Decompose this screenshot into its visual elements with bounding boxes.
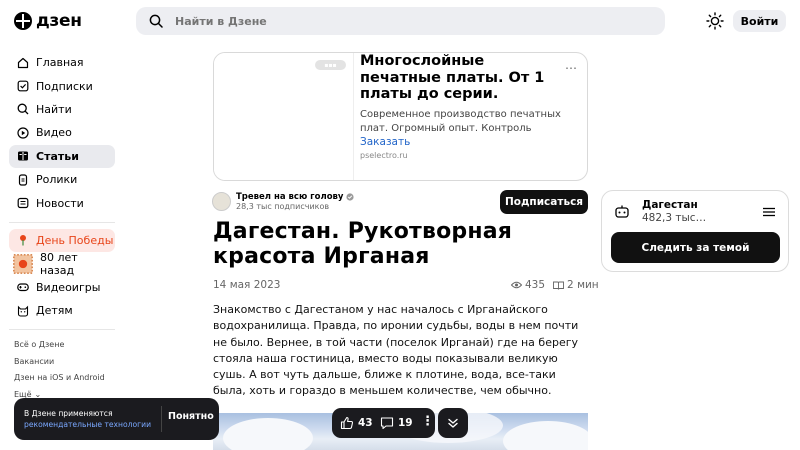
- articles-icon: [18, 151, 28, 161]
- ad-image: ▪▪▪: [214, 53, 354, 180]
- kids-icon: [17, 305, 29, 317]
- logo-text: дзен: [36, 11, 82, 31]
- sidebar-item-label: Ролики: [36, 173, 78, 187]
- search-bar[interactable]: [136, 7, 665, 35]
- subscriptions-icon: [17, 80, 29, 92]
- sidebar-item-kids[interactable]: Детям: [9, 299, 115, 322]
- photo-cloud: [503, 421, 588, 450]
- carnation-icon: [20, 235, 26, 246]
- shorts-icon: [18, 174, 28, 186]
- sidebar-item-videogames[interactable]: Видеоигры: [9, 276, 115, 299]
- toast-link[interactable]: рекомендательные технологии: [24, 420, 151, 429]
- topic-name[interactable]: Дагестан: [642, 199, 698, 211]
- toast-text: В Дзене применяются рекомендательные тех…: [24, 408, 164, 430]
- dzen-logo-icon: [14, 12, 32, 30]
- topic-count: 482,3 тыс…: [642, 212, 707, 224]
- sidebar-item-label: Найти: [36, 102, 72, 116]
- read-time-group: 2 мин: [553, 279, 599, 291]
- more-options-icon[interactable]: ⋯: [565, 61, 577, 75]
- follow-topic-button[interactable]: Следить за темой: [611, 232, 780, 263]
- stamp-icon: [13, 253, 33, 274]
- play-icon: [17, 127, 29, 139]
- sidebar-item-victory-day[interactable]: День Победы: [9, 228, 115, 253]
- search-icon: [17, 104, 29, 115]
- footer-link-about[interactable]: Всё о Дзене: [9, 336, 115, 353]
- recommendation-toast: В Дзене применяются рекомендательные тех…: [14, 398, 219, 440]
- article-meta: 435 2 мин: [511, 279, 599, 291]
- search-icon: [149, 14, 163, 28]
- sidebar-item-news[interactable]: Новости: [9, 191, 115, 214]
- topic-robot-icon: [615, 205, 629, 218]
- article-actions-bar: 43 19 ⋮: [332, 408, 435, 438]
- views-count: 435: [525, 279, 546, 291]
- sidebar-item-search[interactable]: Найти: [9, 98, 115, 121]
- ad-card[interactable]: ▪▪▪ Многослойные печатные платы. От 1 пл…: [213, 52, 588, 181]
- likes-count: 43: [358, 417, 373, 429]
- eye-icon: [511, 281, 522, 289]
- sidebar-divider: [9, 329, 115, 331]
- thumbs-up-icon: [340, 416, 354, 430]
- toast-message: В Дзене применяются: [24, 409, 113, 418]
- search-input[interactable]: [175, 14, 635, 28]
- scroll-down-button[interactable]: [438, 408, 468, 438]
- news-icon: [17, 197, 29, 209]
- ad-title[interactable]: Многослойные печатные платы. От 1 платы …: [360, 53, 560, 103]
- sidebar: Главная Подписки Найти Видео Статьи Роли…: [9, 51, 115, 402]
- views-group: 435: [511, 279, 545, 291]
- sidebar-item-shorts[interactable]: Ролики: [9, 168, 115, 191]
- book-icon: [553, 281, 564, 290]
- subscribe-button[interactable]: Подписаться: [500, 190, 588, 214]
- sidebar-item-label: Видеоигры: [36, 280, 101, 294]
- channel-name-row[interactable]: Тревел на всю голову: [236, 192, 355, 202]
- sidebar-divider: [9, 221, 115, 223]
- footer-link-apps[interactable]: Дзен на iOS и Android: [9, 369, 115, 386]
- sidebar-item-label: Главная: [36, 56, 84, 70]
- verified-icon: [346, 193, 355, 201]
- dzen-logo[interactable]: дзен: [14, 11, 82, 31]
- channel-name: Тревел на всю голову: [236, 192, 344, 202]
- sidebar-item-articles[interactable]: Статьи: [9, 144, 115, 168]
- sidebar-item-home[interactable]: Главная: [9, 51, 115, 74]
- comments-count: 19: [398, 417, 413, 429]
- footer-link-jobs[interactable]: Вакансии: [9, 353, 115, 370]
- home-icon: [17, 57, 29, 68]
- channel-subscribers: 28,3 тыс подписчиков: [236, 202, 330, 211]
- double-chevron-down-icon: [448, 418, 458, 428]
- sidebar-item-label: 80 лет назад: [40, 250, 78, 277]
- sun-icon[interactable]: [706, 12, 724, 30]
- ad-domain: pselectro.ru: [360, 151, 408, 160]
- photo-cloud: [223, 418, 313, 450]
- article-title: Дагестан. Рукотворная красота Ирганая: [213, 219, 513, 269]
- sidebar-item-label: Новости: [36, 196, 84, 210]
- comments-button[interactable]: 19: [380, 416, 413, 430]
- like-button[interactable]: 43: [340, 416, 373, 430]
- toast-divider: [161, 406, 162, 432]
- sidebar-item-video[interactable]: Видео: [9, 121, 115, 144]
- sidebar-item-label: Видео: [36, 126, 72, 140]
- article-date: 14 мая 2023: [213, 279, 281, 291]
- ad-order-link[interactable]: Заказать: [360, 136, 410, 148]
- sidebar-item-subscriptions[interactable]: Подписки: [9, 74, 115, 97]
- sidebar-item-label: Детям: [36, 304, 73, 318]
- more-vertical-icon[interactable]: ⋮: [421, 414, 434, 429]
- menu-icon[interactable]: [763, 207, 775, 217]
- sidebar-item-label: День Победы: [36, 233, 114, 247]
- read-time: 2 мин: [567, 279, 599, 291]
- topic-card: Дагестан 482,3 тыс… Следить за темой: [601, 190, 789, 272]
- channel-avatar[interactable]: [212, 192, 231, 211]
- ad-badge: ▪▪▪: [315, 60, 346, 70]
- toast-ok-button[interactable]: Понятно: [168, 411, 214, 422]
- sidebar-item-label: Подписки: [36, 79, 93, 93]
- article-body: Знакомство с Дагестаном у нас началось с…: [213, 303, 579, 398]
- comment-icon: [380, 417, 394, 430]
- gamepad-icon: [17, 283, 29, 292]
- sidebar-item-label: Статьи: [36, 149, 79, 163]
- sidebar-item-80-years[interactable]: 80 лет назад: [9, 250, 115, 277]
- ad-description: Современное производство печатных плат. …: [360, 109, 561, 134]
- login-button[interactable]: Войти: [733, 10, 786, 32]
